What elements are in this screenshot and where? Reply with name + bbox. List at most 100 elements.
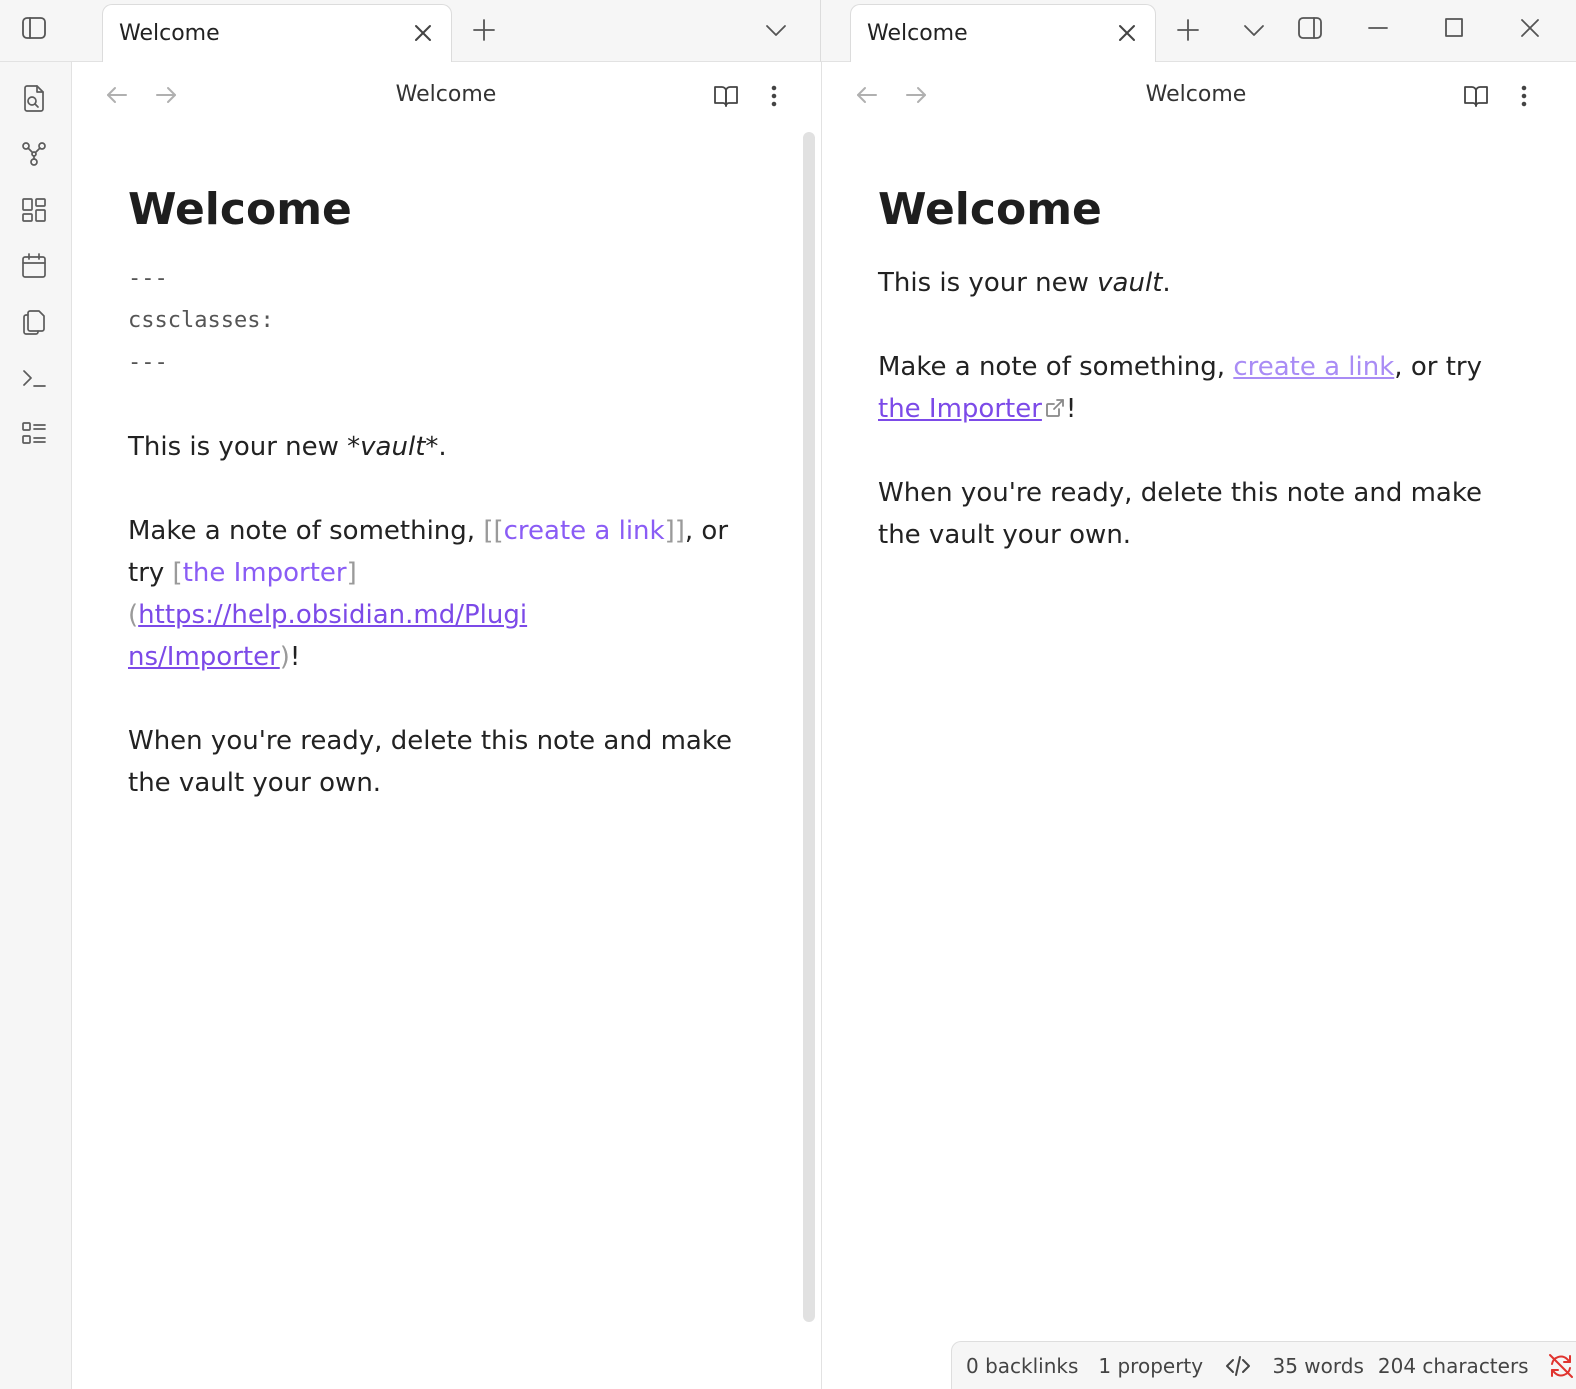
text: When you're ready, delete this note and … — [878, 478, 1482, 508]
view-header: Welcome — [72, 62, 820, 128]
toggle-sidebar-button[interactable] — [12, 6, 56, 50]
wikilink-bracket: [[ — [483, 516, 504, 546]
arrow-left-icon — [857, 87, 877, 103]
daily-note-button[interactable] — [14, 246, 54, 286]
new-tab-button[interactable] — [462, 8, 506, 52]
tab-title: Welcome — [867, 21, 968, 46]
close-tab-button[interactable] — [1111, 17, 1143, 49]
command-palette-button[interactable] — [14, 358, 54, 398]
maximize-button[interactable] — [1432, 6, 1476, 50]
wikilink-bracket: ]] — [664, 516, 685, 546]
editor-pane-left: Welcome Welcome --- cssclasses: --- This… — [72, 62, 820, 1389]
sync-status-button[interactable] — [1547, 1351, 1576, 1381]
tab-list-button[interactable] — [1232, 8, 1276, 52]
markdown-link-url[interactable]: ns/Importer — [128, 642, 280, 672]
markdown-link-url[interactable]: https://help.obsidian.md/Plugi — [138, 600, 527, 630]
tab-list-button[interactable] — [754, 8, 798, 52]
paragraph-vault: This is your new vault. — [878, 262, 1498, 304]
frontmatter-open: --- — [128, 266, 168, 291]
status-bar: 0 backlinks 1 property 35 words 204 char… — [951, 1341, 1576, 1389]
text: This is your new — [878, 268, 1098, 298]
navigate-back-button[interactable] — [850, 78, 884, 112]
plus-icon — [1177, 19, 1199, 41]
status-properties[interactable]: 1 property — [1098, 1354, 1203, 1378]
navigate-back-button[interactable] — [100, 78, 134, 112]
markdown-link-bracket: [ — [172, 558, 183, 588]
more-options-button[interactable] — [1506, 78, 1542, 114]
emphasis-text: vault — [1097, 268, 1163, 298]
paragraph-links: Make a note of something, [[create a lin… — [128, 510, 748, 678]
quick-switcher-button[interactable] — [14, 78, 54, 118]
wikilink-create-a-link[interactable]: create a link — [504, 516, 665, 546]
reading-view-button[interactable] — [1458, 78, 1494, 114]
more-options-button[interactable] — [756, 78, 792, 114]
source-mode-toggle[interactable] — [1223, 1351, 1252, 1381]
navigate-forward-button[interactable] — [899, 78, 933, 112]
pane-divider — [820, 0, 821, 62]
text: the vault your own. — [128, 768, 382, 798]
text: Make a note of something, — [128, 516, 484, 546]
scrollbar[interactable] — [803, 132, 815, 1322]
sidebar-toggle-icon — [22, 17, 46, 39]
text: , or — [684, 516, 729, 546]
new-tab-button[interactable] — [1166, 8, 1210, 52]
frontmatter-key: cssclasses: — [128, 308, 274, 333]
note-heading: Welcome — [878, 184, 1102, 235]
canvas-button[interactable] — [14, 190, 54, 230]
status-backlinks[interactable]: 0 backlinks — [966, 1354, 1078, 1378]
text: ! — [289, 642, 301, 672]
reading-content: Welcome This is your new vault. Make a n… — [878, 180, 1498, 598]
paragraph-ready: When you're ready, delete this note and … — [878, 472, 1498, 556]
plus-icon — [473, 19, 495, 41]
paragraph-links: Make a note of something, create a link,… — [878, 346, 1498, 430]
chevron-down-icon — [766, 25, 786, 36]
tab-welcome-right[interactable]: Welcome — [850, 4, 1156, 62]
close-icon — [415, 25, 431, 41]
close-window-button[interactable] — [1508, 6, 1552, 50]
reading-view-button[interactable] — [708, 78, 744, 114]
list-icon — [22, 422, 46, 444]
editor-content[interactable]: Welcome --- cssclasses: --- This is your… — [128, 180, 748, 846]
arrow-right-icon — [906, 87, 926, 103]
tab-welcome-left[interactable]: Welcome — [102, 4, 452, 62]
arrow-right-icon — [156, 87, 176, 103]
external-link-icon — [1044, 390, 1066, 417]
book-open-icon — [714, 86, 738, 107]
close-icon — [1521, 19, 1539, 37]
sync-off-icon — [1549, 1353, 1574, 1378]
text: , or try — [1394, 352, 1482, 382]
editor-pane-right: Welcome Welcome This is your new vault. … — [821, 62, 1576, 1389]
text: Make a note of something, — [878, 352, 1234, 382]
internal-link-create-a-link[interactable]: create a link — [1233, 352, 1394, 382]
navigate-forward-button[interactable] — [149, 78, 183, 112]
markdown-link-text[interactable]: the Importer — [183, 558, 347, 588]
emphasis-markup: *vault* — [347, 432, 439, 462]
status-word-count: 35 words — [1272, 1353, 1364, 1378]
minimize-button[interactable] — [1356, 6, 1400, 50]
graph-icon — [22, 142, 46, 166]
terminal-icon — [23, 370, 46, 387]
text: ! — [1065, 394, 1077, 424]
markdown-link-bracket: ) — [279, 642, 290, 672]
maximize-icon — [1445, 18, 1463, 37]
text: the vault your own. — [878, 520, 1132, 550]
more-vertical-icon — [771, 85, 777, 107]
right-sidebar-icon — [1298, 17, 1322, 39]
text: When you're ready, delete this note and … — [128, 726, 732, 756]
view-header: Welcome — [822, 62, 1576, 128]
templates-button[interactable] — [14, 302, 54, 342]
close-tab-button[interactable] — [407, 17, 439, 49]
search-file-icon — [24, 85, 44, 112]
toggle-right-sidebar-button[interactable] — [1288, 6, 1332, 50]
close-icon — [1119, 25, 1135, 41]
calendar-icon — [22, 253, 46, 278]
ribbon — [0, 62, 72, 1389]
graph-view-button[interactable] — [14, 134, 54, 174]
outline-button[interactable] — [14, 414, 54, 454]
code-icon — [1225, 1355, 1250, 1376]
external-link-importer[interactable]: the Importer — [878, 394, 1042, 424]
canvas-icon — [22, 198, 46, 222]
title-bar: Welcome Welcome — [0, 0, 1576, 62]
paragraph-ready: When you're ready, delete this note and … — [128, 720, 748, 804]
paragraph-vault: This is your new *vault*. — [128, 426, 748, 468]
